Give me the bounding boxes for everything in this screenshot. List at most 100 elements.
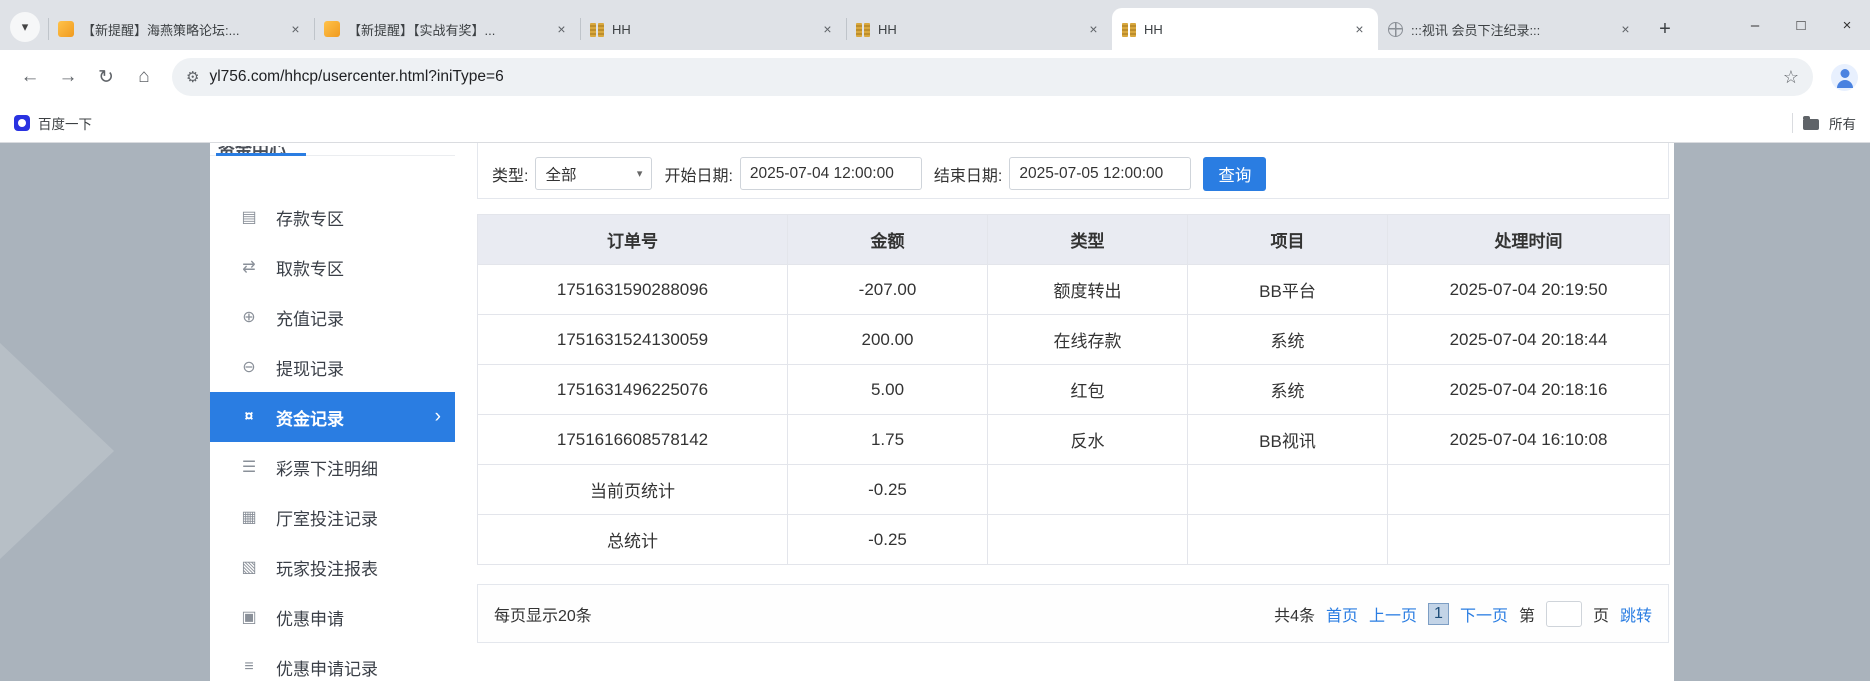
browser-tab-2[interactable]: 【新提醒】【实战有奖】... × bbox=[314, 8, 580, 50]
search-button[interactable]: 查询 bbox=[1203, 157, 1266, 191]
cell-amount: 200.00 bbox=[788, 315, 988, 365]
browser-tab-5-active[interactable]: HH × bbox=[1112, 8, 1378, 50]
all-bookmarks-folder-icon[interactable] bbox=[1803, 119, 1819, 130]
cell-order-no: 1751631524130059 bbox=[478, 315, 788, 365]
profile-avatar[interactable] bbox=[1831, 64, 1858, 91]
new-tab-icon[interactable]: + bbox=[1650, 14, 1680, 44]
site-settings-icon[interactable]: ⚙ bbox=[186, 68, 199, 86]
tab-close-icon[interactable]: × bbox=[1617, 21, 1634, 38]
browser-tab-1[interactable]: 【新提醒】海燕策略论坛:... × bbox=[48, 8, 314, 50]
sidebar-heading-tab[interactable]: 资金中心 bbox=[216, 146, 306, 156]
cell-type: 红包 bbox=[988, 365, 1188, 415]
browser-tab-6[interactable]: :::视讯 会员下注纪录::: × bbox=[1378, 8, 1644, 50]
table-row-total-summary: 总统计 -0.25 bbox=[478, 515, 1670, 565]
cell-item: 系统 bbox=[1188, 365, 1388, 415]
sidebar-item-label: 提现记录 bbox=[276, 355, 344, 380]
bookmark-star-icon[interactable]: ☆ bbox=[1783, 67, 1799, 88]
jump-link[interactable]: 跳转 bbox=[1620, 602, 1652, 626]
baidu-favicon bbox=[14, 115, 30, 131]
sidebar-heading-label: 资金中心 bbox=[218, 146, 286, 156]
recharge-record-icon: ⊕ bbox=[238, 307, 260, 327]
sidebar-item-label: 厅室投注记录 bbox=[276, 505, 378, 530]
browser-tab-strip: ▾ 【新提醒】海燕策略论坛:... × 【新提醒】【实战有奖】... × HH … bbox=[0, 0, 1870, 50]
sidebar-item-deposit-zone[interactable]: ▤ 存款专区 bbox=[210, 192, 455, 242]
table-row: 1751631590288096 -207.00 额度转出 BB平台 2025-… bbox=[478, 265, 1670, 315]
url-text[interactable]: yl756.com/hhcp/usercenter.html?iniType=6 bbox=[209, 68, 1772, 86]
content-wrapper: 资金中心 ▤ 存款专区 ⇄ 取款专区 ⊕ 充值记录 ⊖ 提现记录 bbox=[210, 143, 1674, 681]
browser-tab-3[interactable]: HH × bbox=[580, 8, 846, 50]
chevron-down-icon: ▾ bbox=[637, 167, 643, 180]
jump-page-input[interactable] bbox=[1546, 601, 1582, 627]
cell-amount: 1.75 bbox=[788, 415, 988, 465]
tab-close-icon[interactable]: × bbox=[553, 21, 570, 38]
promo-record-icon: ≡ bbox=[238, 658, 260, 676]
cell-order-no: 1751631590288096 bbox=[478, 265, 788, 315]
sidebar-item-label: 存款专区 bbox=[276, 205, 344, 230]
tab-title: HH bbox=[612, 22, 811, 37]
cell-amount: -207.00 bbox=[788, 265, 988, 315]
minimize-icon[interactable]: – bbox=[1732, 0, 1778, 50]
sidebar-item-funds-record-active[interactable]: ¤ 资金记录 › bbox=[210, 392, 455, 442]
all-bookmarks-label[interactable]: 所有 bbox=[1829, 113, 1856, 133]
sidebar-item-label: 优惠申请记录 bbox=[276, 655, 378, 680]
tab-close-icon[interactable]: × bbox=[287, 21, 304, 38]
first-page-link[interactable]: 首页 bbox=[1326, 602, 1358, 626]
sidebar-item-label: 玩家投注报表 bbox=[276, 555, 378, 580]
sidebar-item-player-report[interactable]: ▧ 玩家投注报表 bbox=[210, 542, 455, 592]
table-row: 1751616608578142 1.75 反水 BB视讯 2025-07-04… bbox=[478, 415, 1670, 465]
next-page-link[interactable]: 下一页 bbox=[1460, 602, 1508, 626]
sidebar-item-promo-apply[interactable]: ▣ 优惠申请 bbox=[210, 592, 455, 642]
column-header-type: 类型 bbox=[988, 215, 1188, 265]
sidebar: 资金中心 ▤ 存款专区 ⇄ 取款专区 ⊕ 充值记录 ⊖ 提现记录 bbox=[210, 143, 455, 681]
start-date-input[interactable] bbox=[740, 157, 922, 190]
player-report-icon: ▧ bbox=[238, 557, 260, 577]
cell-amount: -0.25 bbox=[788, 515, 988, 565]
sidebar-item-withdraw-zone[interactable]: ⇄ 取款专区 bbox=[210, 242, 455, 292]
bookmarks-bar: 百度一下 所有 bbox=[0, 104, 1870, 143]
funds-record-table: 订单号 金额 类型 项目 处理时间 1751631590288096 -207.… bbox=[477, 214, 1670, 565]
tab-title: HH bbox=[1144, 22, 1343, 37]
promo-apply-icon: ▣ bbox=[238, 607, 260, 627]
home-icon[interactable]: ⌂ bbox=[126, 59, 162, 95]
table-header-row: 订单号 金额 类型 项目 处理时间 bbox=[478, 215, 1670, 265]
sidebar-item-recharge-record[interactable]: ⊕ 充值记录 bbox=[210, 292, 455, 342]
browser-tab-4[interactable]: HH × bbox=[846, 8, 1112, 50]
bookmark-baidu[interactable]: 百度一下 bbox=[38, 113, 92, 133]
main-content: 类型: 全部 ▾ 开始日期: 结束日期: 查询 订单号 金额 类型 项目 bbox=[477, 143, 1669, 643]
tab-close-icon[interactable]: × bbox=[1351, 21, 1368, 38]
back-icon[interactable]: ← bbox=[12, 59, 48, 95]
per-page-label: 每页显示20条 bbox=[494, 602, 592, 626]
address-bar[interactable]: ⚙ yl756.com/hhcp/usercenter.html?iniType… bbox=[172, 58, 1813, 96]
sidebar-item-promo-record[interactable]: ≡ 优惠申请记录 bbox=[210, 642, 455, 681]
current-page-indicator[interactable]: 1 bbox=[1428, 603, 1449, 625]
tab-close-icon[interactable]: × bbox=[819, 21, 836, 38]
tab-search-icon[interactable]: ▾ bbox=[10, 12, 40, 42]
forward-icon[interactable]: → bbox=[50, 59, 86, 95]
sidebar-item-label: 优惠申请 bbox=[276, 605, 344, 630]
sidebar-item-lottery-detail[interactable]: ☰ 彩票下注明细 bbox=[210, 442, 455, 492]
total-count-label: 共4条 bbox=[1274, 602, 1315, 626]
refresh-icon[interactable]: ↻ bbox=[88, 59, 124, 95]
cell-time: 2025-07-04 20:19:50 bbox=[1388, 265, 1670, 315]
prev-page-link[interactable]: 上一页 bbox=[1369, 602, 1417, 626]
forum-favicon bbox=[324, 21, 340, 37]
close-icon[interactable]: × bbox=[1824, 0, 1870, 50]
cell-item: BB平台 bbox=[1188, 265, 1388, 315]
globe-favicon bbox=[1388, 22, 1403, 37]
sidebar-item-label: 取款专区 bbox=[276, 255, 344, 280]
column-header-item: 项目 bbox=[1188, 215, 1388, 265]
tab-title: HH bbox=[878, 22, 1077, 37]
coins-favicon bbox=[590, 22, 604, 37]
tab-title: 【新提醒】海燕策略论坛:... bbox=[82, 20, 279, 39]
sidebar-item-hall-bet-record[interactable]: ▦ 厅室投注记录 bbox=[210, 492, 455, 542]
maximize-icon[interactable]: □ bbox=[1778, 0, 1824, 50]
sidebar-heading-row: 资金中心 bbox=[210, 143, 455, 156]
background-triangle-decoration bbox=[0, 343, 114, 559]
tab-close-icon[interactable]: × bbox=[1085, 21, 1102, 38]
type-select[interactable]: 全部 ▾ bbox=[535, 157, 652, 190]
column-header-amount: 金额 bbox=[788, 215, 988, 265]
sidebar-item-label: 充值记录 bbox=[276, 305, 344, 330]
sidebar-item-cashout-record[interactable]: ⊖ 提现记录 bbox=[210, 342, 455, 392]
end-date-input[interactable] bbox=[1009, 157, 1191, 190]
cell-time: 2025-07-04 16:10:08 bbox=[1388, 415, 1670, 465]
